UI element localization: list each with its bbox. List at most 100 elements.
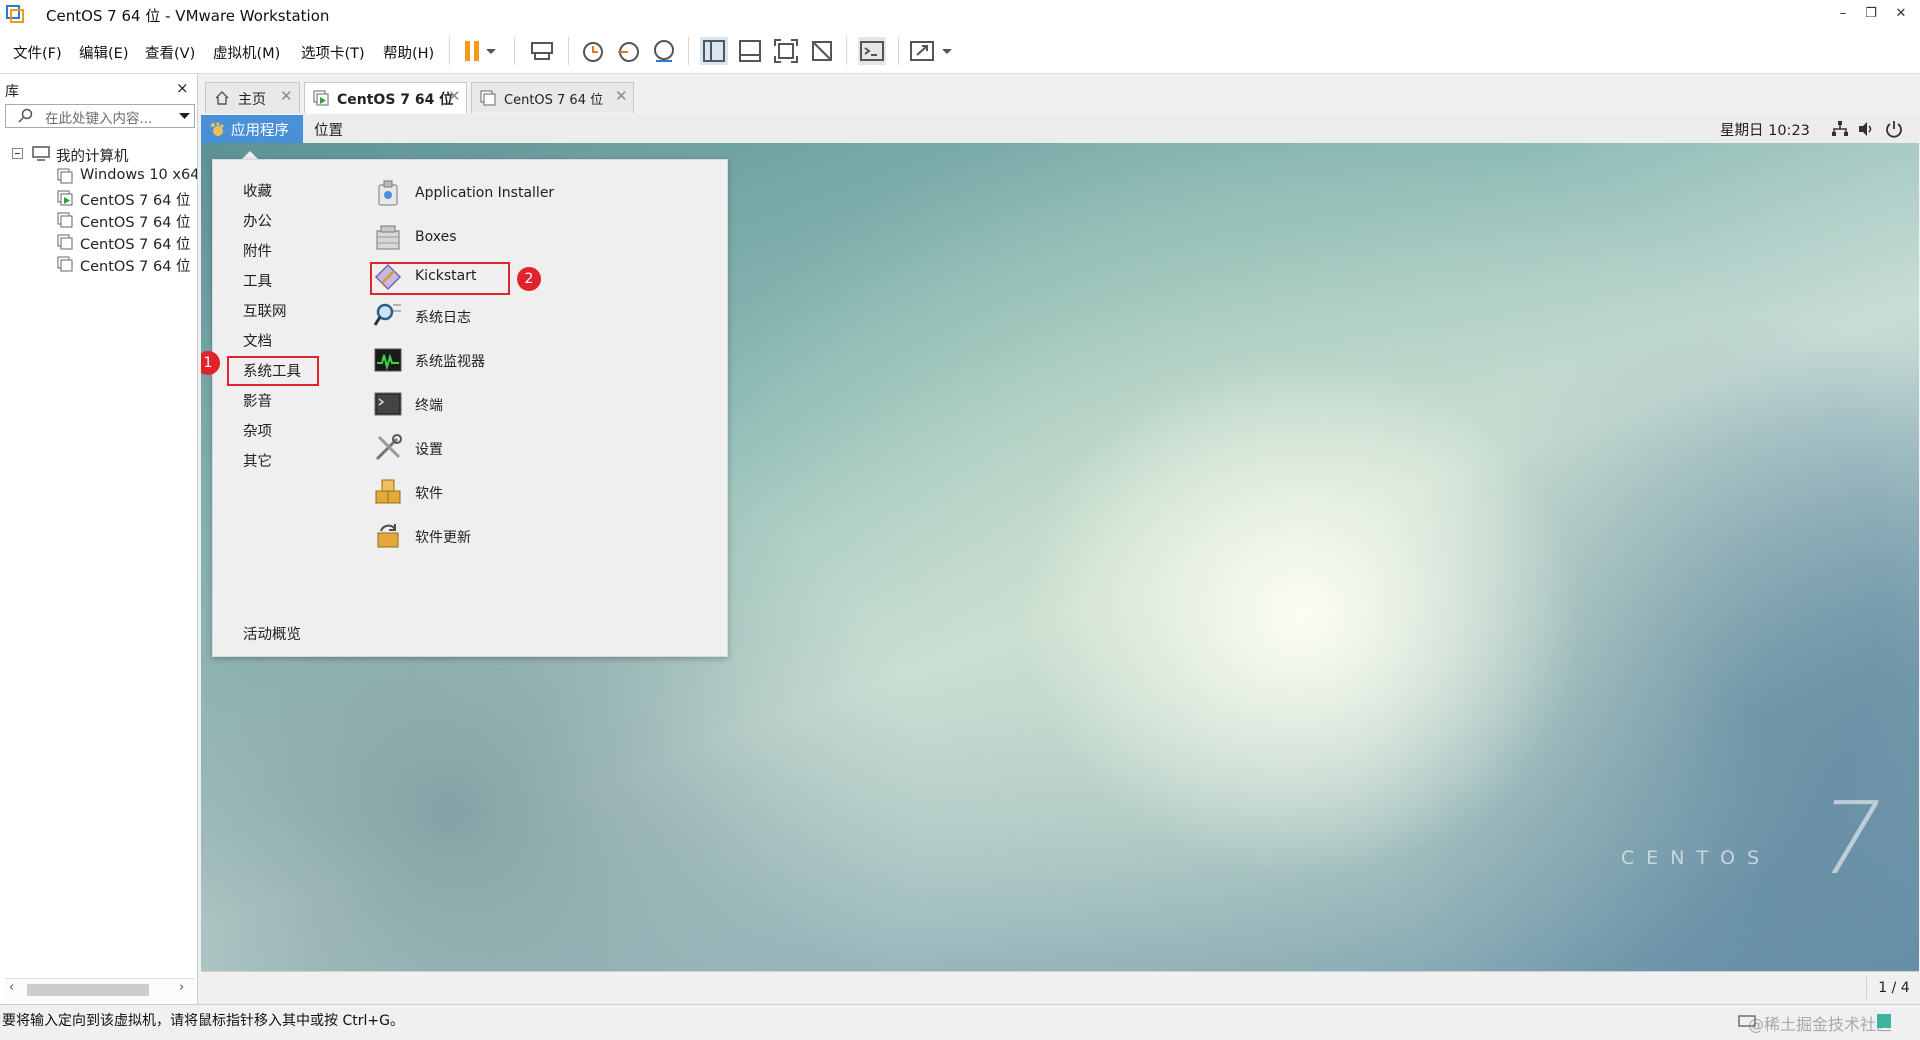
app-label: 软件更新: [415, 530, 471, 546]
vm-running-icon: [57, 190, 73, 206]
vm-status-icon[interactable]: [1876, 1013, 1892, 1029]
scrollbar-thumb[interactable]: [27, 984, 149, 996]
vm-display[interactable]: 应用程序 位置 星期日 10:23 收藏 办公 附件 工具 互联网 文档 系统工…: [201, 115, 1919, 971]
minimize-button[interactable]: –: [1832, 4, 1854, 24]
tab-centos[interactable]: CentOS 7 64 位 ✕: [471, 82, 634, 113]
dropdown-arrow-icon[interactable]: [484, 37, 498, 65]
tree-item[interactable]: CentOS 7 64 位: [0, 187, 197, 209]
scroll-right-icon[interactable]: ›: [179, 980, 184, 995]
category-internet[interactable]: 互联网: [243, 300, 287, 321]
volume-icon[interactable]: [1857, 120, 1875, 138]
system-monitor-icon: [374, 348, 402, 372]
app-system-log[interactable]: 系统日志: [373, 299, 673, 333]
tab-label: CentOS 7 64 位: [504, 93, 604, 108]
app-terminal[interactable]: 终端: [373, 387, 673, 421]
tree-item-label: CentOS 7 64 位: [80, 215, 191, 231]
vm-icon: [480, 90, 496, 106]
menu-view[interactable]: 查看(V): [145, 42, 195, 63]
tab-close-icon[interactable]: ✕: [615, 87, 628, 105]
library-panel: 库 × 在此处键入内容... 我的计算机 Windows 10 x64 Cent…: [0, 74, 198, 1004]
menu-edit[interactable]: 编辑(E): [79, 42, 128, 63]
app-label: 系统日志: [415, 310, 471, 326]
activities-overview[interactable]: 活动概览: [243, 623, 301, 644]
power-icon[interactable]: [1885, 120, 1903, 138]
search-dropdown-icon[interactable]: [179, 111, 190, 121]
tab-home[interactable]: 主页 ✕: [205, 82, 300, 113]
snapshot-manager-icon[interactable]: [650, 37, 678, 65]
tree-item[interactable]: CentOS 7 64 位: [0, 209, 197, 231]
wallpaper-centos-logo: CENTOS: [1621, 847, 1772, 869]
tree-item[interactable]: Windows 10 x64: [0, 165, 197, 187]
places-menu-button[interactable]: 位置: [314, 119, 343, 140]
vm-running-icon: [313, 90, 329, 106]
tree-item[interactable]: CentOS 7 64 位: [0, 253, 197, 275]
snapshot-icon[interactable]: [578, 37, 606, 65]
stretch-icon[interactable]: [908, 37, 936, 65]
tree-item-label: CentOS 7 64 位: [80, 259, 191, 275]
library-close-button[interactable]: ×: [176, 79, 189, 97]
applications-menu-button[interactable]: 应用程序: [201, 115, 303, 143]
app-system-monitor[interactable]: 系统监视器: [373, 343, 673, 377]
tab-close-icon[interactable]: ✕: [448, 87, 461, 105]
network-icon[interactable]: [1831, 120, 1849, 138]
applications-label: 应用程序: [231, 123, 289, 139]
settings-tools-icon: [375, 434, 402, 461]
category-system-tools[interactable]: 系统工具: [243, 360, 301, 381]
toolbar-separator: [568, 37, 569, 65]
window-title: CentOS 7 64 位 - VMware Workstation: [46, 7, 330, 25]
tab-bar: 主页 ✕ CentOS 7 64 位 ✕ CentOS 7 64 位 ✕: [201, 74, 1920, 114]
app-application-installer[interactable]: Application Installer: [373, 177, 673, 211]
close-window-button[interactable]: ✕: [1890, 4, 1912, 24]
tree-item[interactable]: CentOS 7 64 位: [0, 231, 197, 253]
tree-root-my-computer[interactable]: 我的计算机: [0, 143, 197, 165]
menu-help[interactable]: 帮助(H): [383, 42, 434, 63]
category-other[interactable]: 其它: [243, 450, 272, 471]
restore-button[interactable]: ❐: [1860, 4, 1882, 24]
library-view-icon[interactable]: [700, 37, 728, 65]
category-documents[interactable]: 文档: [243, 330, 272, 351]
collapse-icon[interactable]: [12, 148, 23, 159]
revert-snapshot-icon[interactable]: [614, 37, 642, 65]
scroll-left-icon[interactable]: ‹: [9, 980, 14, 995]
wallpaper-version-number: 7: [1805, 780, 1895, 897]
unity-icon[interactable]: [808, 37, 836, 65]
workspace-indicator[interactable]: 1 / 4: [1866, 977, 1920, 999]
send-keys-icon[interactable]: [528, 37, 556, 65]
console-icon[interactable]: [858, 37, 886, 65]
clock[interactable]: 星期日 10:23: [1720, 119, 1810, 140]
tree-item-label: CentOS 7 64 位: [80, 237, 191, 253]
library-title: 库: [5, 84, 19, 100]
app-label: Boxes: [415, 229, 457, 245]
app-software[interactable]: 软件: [373, 475, 673, 509]
category-accessories[interactable]: 附件: [243, 240, 272, 261]
category-office[interactable]: 办公: [243, 210, 272, 231]
menu-vm[interactable]: 虚拟机(M): [213, 42, 280, 63]
app-label: 设置: [415, 442, 443, 458]
fullscreen-icon[interactable]: [772, 37, 800, 65]
gnome-foot-icon: [211, 122, 224, 136]
tab-close-icon[interactable]: ✕: [280, 87, 293, 105]
app-boxes[interactable]: Boxes: [373, 221, 673, 255]
tab-centos-active[interactable]: CentOS 7 64 位 ✕: [304, 82, 467, 113]
application-installer-icon: [378, 180, 398, 206]
library-horizontal-scrollbar[interactable]: ‹ ›: [5, 978, 195, 1001]
app-settings[interactable]: 设置: [373, 431, 673, 465]
pause-icon[interactable]: [459, 37, 487, 65]
category-sundry[interactable]: 杂项: [243, 420, 272, 441]
thumbnail-bar-icon[interactable]: [736, 37, 764, 65]
category-multimedia[interactable]: 影音: [243, 390, 272, 411]
category-utilities[interactable]: 工具: [243, 270, 272, 291]
tree-item-label: Windows 10 x64: [80, 167, 197, 183]
app-software-update[interactable]: 软件更新: [373, 519, 673, 553]
toolbar-separator: [898, 37, 899, 65]
menu-file[interactable]: 文件(F): [13, 42, 62, 63]
menu-tabs[interactable]: 选项卡(T): [301, 42, 365, 63]
toolbar-separator: [846, 37, 847, 65]
search-placeholder: 在此处键入内容...: [45, 111, 153, 127]
title-bar: CentOS 7 64 位 - VMware Workstation – ❐ ✕: [0, 0, 1920, 29]
terminal-icon: [374, 392, 402, 416]
library-search-input[interactable]: 在此处键入内容...: [5, 104, 195, 128]
category-favorites[interactable]: 收藏: [243, 180, 272, 201]
dropdown-arrow-icon[interactable]: [940, 37, 954, 65]
search-icon: [18, 108, 33, 123]
